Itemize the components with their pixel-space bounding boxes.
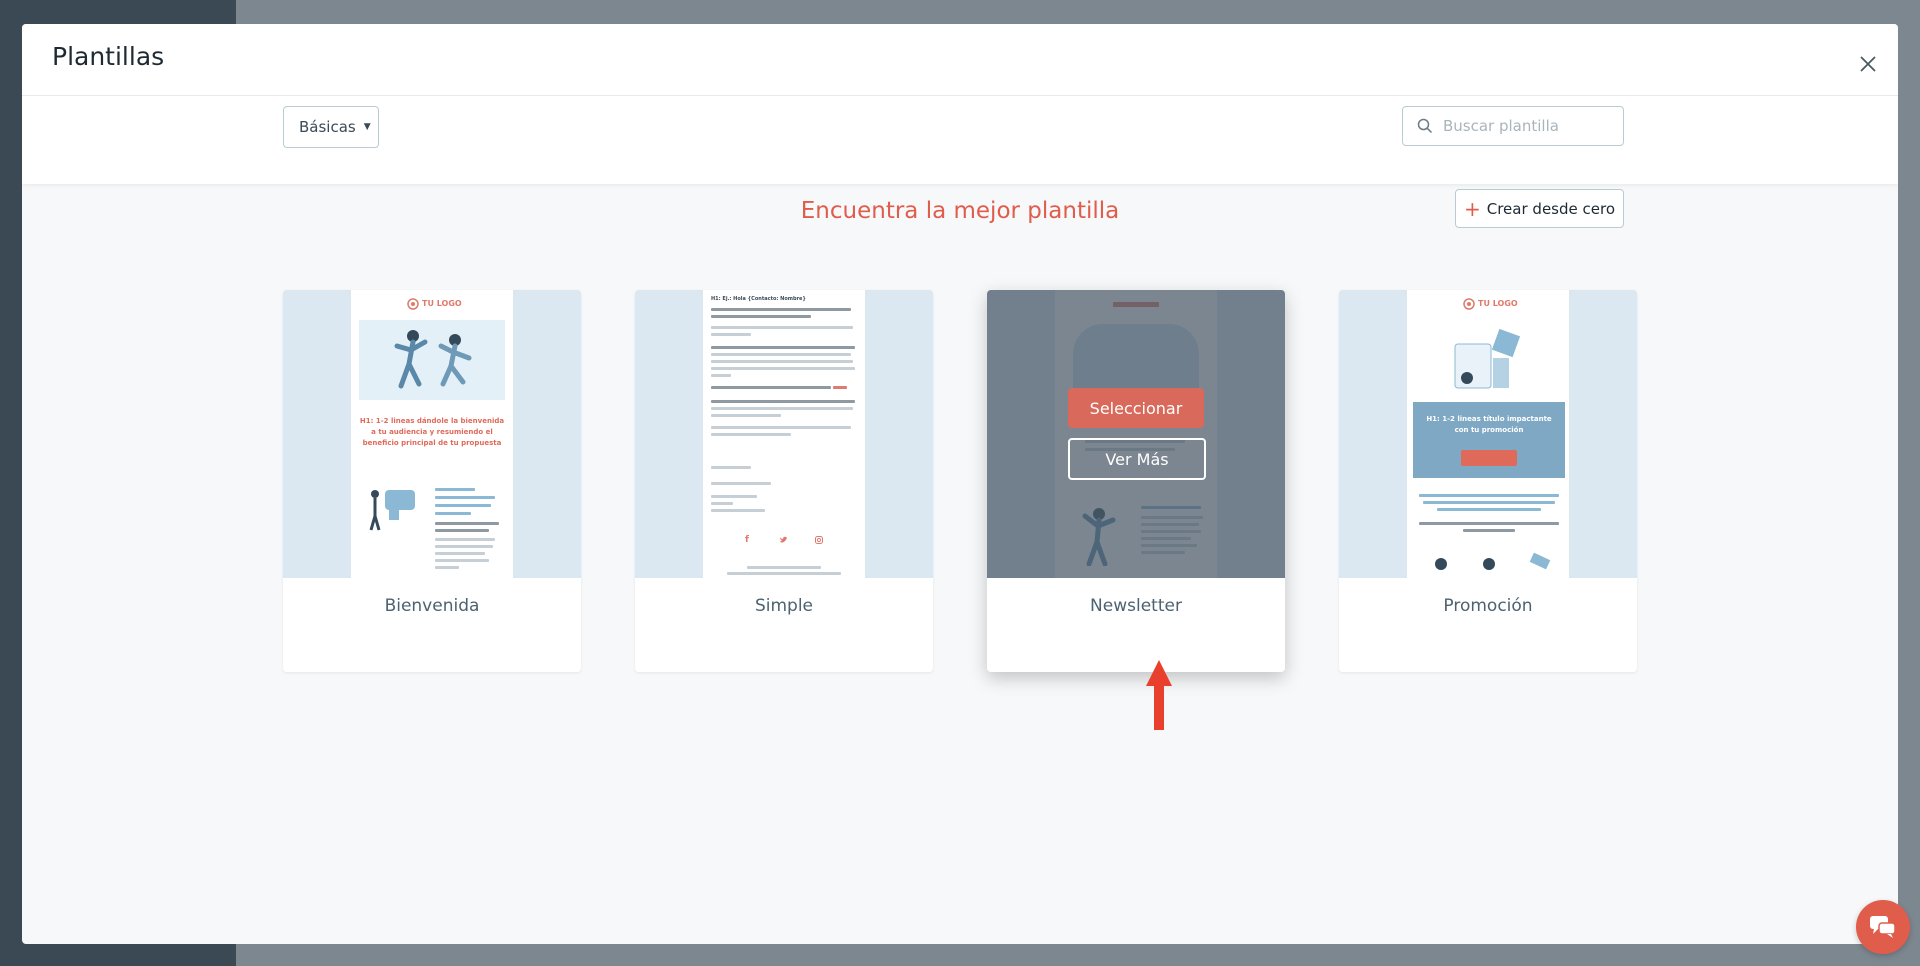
- preview-line: [711, 426, 851, 429]
- preview-line: [711, 326, 853, 329]
- preview-hero-image: [1447, 318, 1531, 398]
- create-from-scratch-button[interactable]: + Crear desde cero: [1455, 189, 1624, 228]
- preview-secondary-image: [363, 486, 423, 532]
- preview-heading: H1: Ej.: Hola {Contacto: Nombre}: [711, 296, 806, 302]
- preview-line: [435, 504, 491, 507]
- logo-mark-icon: [1463, 298, 1475, 310]
- template-card-simple[interactable]: H1: Ej.: Hola {Contacto: Nombre} f Simpl…: [635, 290, 933, 672]
- preview-line: [435, 566, 459, 569]
- instagram-icon: [815, 536, 823, 544]
- template-preview: H1: Ej.: Hola {Contacto: Nombre} f: [635, 290, 933, 578]
- logo-mark-icon: [407, 298, 419, 310]
- preview-products-image: [1435, 552, 1551, 570]
- preview-logo: TU LOGO: [422, 299, 462, 308]
- plus-icon: +: [1463, 196, 1481, 221]
- modal-title: Plantillas: [52, 42, 165, 71]
- filter-toolbar: Básicas ▼: [22, 96, 1898, 184]
- templates-modal: Plantillas Básicas ▼ Encuentra la mejor …: [22, 24, 1898, 944]
- preview-line: [711, 315, 811, 318]
- template-card-bienvenida[interactable]: TU LOGO H1: 1-2 lineas dándole la bienve…: [283, 290, 581, 672]
- preview-line: [435, 552, 485, 555]
- preview-hero-image: [359, 320, 505, 400]
- preview-line: [435, 512, 471, 515]
- preview-line: [1463, 529, 1515, 532]
- template-card-title: Bienvenida: [384, 596, 480, 616]
- preview-line: [711, 308, 851, 311]
- template-card-title: Newsletter: [1090, 596, 1182, 616]
- template-preview: Seleccionar Ver Más: [987, 290, 1285, 578]
- preview-line: [1437, 508, 1541, 511]
- hover-overlay: Seleccionar Ver Más: [987, 290, 1285, 578]
- preview-line: [435, 522, 499, 525]
- preview-line: [711, 509, 765, 512]
- template-card-title: Simple: [754, 596, 814, 616]
- preview-line: [435, 529, 489, 532]
- preview-line: [711, 353, 851, 356]
- arrow-up-icon: [1146, 660, 1172, 730]
- template-preview: TU LOGO H1: 1-2 lineas dándole la bienve…: [283, 290, 581, 578]
- preview-line: [727, 572, 841, 575]
- preview-paper: TU LOGO H1: 1-2 lineas título impactante…: [1407, 290, 1569, 578]
- preview-heading: H1: 1-2 lineas dándole la bienvenida a t…: [359, 417, 505, 447]
- preview-line: [435, 488, 475, 491]
- preview-line: [711, 407, 853, 410]
- preview-cta: [1461, 450, 1517, 466]
- template-card-newsletter[interactable]: Seleccionar Ver Más Newsletter: [987, 290, 1285, 672]
- preview-paper: TU LOGO H1: 1-2 lineas dándole la bienve…: [351, 290, 513, 578]
- select-template-button[interactable]: Seleccionar: [1068, 388, 1204, 428]
- category-dropdown[interactable]: Básicas ▼: [283, 106, 379, 148]
- twitter-icon: [780, 536, 787, 543]
- preview-line: [711, 346, 855, 349]
- close-icon[interactable]: [1858, 54, 1878, 74]
- preview-line: [747, 566, 821, 569]
- preview-line: [833, 386, 847, 389]
- create-from-scratch-label: Crear desde cero: [1486, 199, 1615, 218]
- category-dropdown-label: Básicas: [299, 118, 356, 136]
- template-search[interactable]: [1402, 106, 1624, 146]
- preview-line: [711, 466, 751, 469]
- facebook-icon: f: [745, 535, 749, 545]
- preview-line: [711, 367, 855, 370]
- preview-line: [711, 414, 781, 417]
- preview-line: [711, 502, 733, 505]
- modal-header: Plantillas: [22, 24, 1898, 96]
- preview-line: [435, 538, 495, 541]
- preview-line: [435, 559, 489, 562]
- preview-paper: H1: Ej.: Hola {Contacto: Nombre} f: [703, 290, 865, 578]
- caret-down-icon: ▼: [363, 122, 371, 132]
- preview-line: [1419, 522, 1559, 525]
- preview-heading: H1: 1-2 lineas título impactante con tu …: [1426, 415, 1552, 434]
- preview-line: [711, 360, 853, 363]
- preview-line: [435, 496, 495, 499]
- search-input[interactable]: [1441, 116, 1615, 136]
- preview-banner: H1: 1-2 lineas título impactante con tu …: [1413, 402, 1565, 478]
- preview-line: [711, 400, 855, 403]
- preview-line: [711, 482, 771, 485]
- chat-icon[interactable]: [1856, 900, 1910, 954]
- preview-line: [711, 495, 757, 498]
- preview-line: [435, 545, 493, 548]
- preview-logo: TU LOGO: [1478, 299, 1518, 308]
- template-card-title: Promoción: [1443, 596, 1533, 616]
- template-card-promocion[interactable]: TU LOGO H1: 1-2 lineas título impactante…: [1339, 290, 1637, 672]
- preview-line: [711, 386, 831, 389]
- preview-line: [1419, 494, 1559, 497]
- view-more-button[interactable]: Ver Más: [1068, 438, 1206, 480]
- preview-line: [1423, 501, 1555, 504]
- search-icon: [1417, 118, 1433, 134]
- preview-line: [711, 374, 731, 377]
- preview-line: [711, 433, 791, 436]
- preview-line: [711, 333, 751, 336]
- template-preview: TU LOGO H1: 1-2 lineas título impactante…: [1339, 290, 1637, 578]
